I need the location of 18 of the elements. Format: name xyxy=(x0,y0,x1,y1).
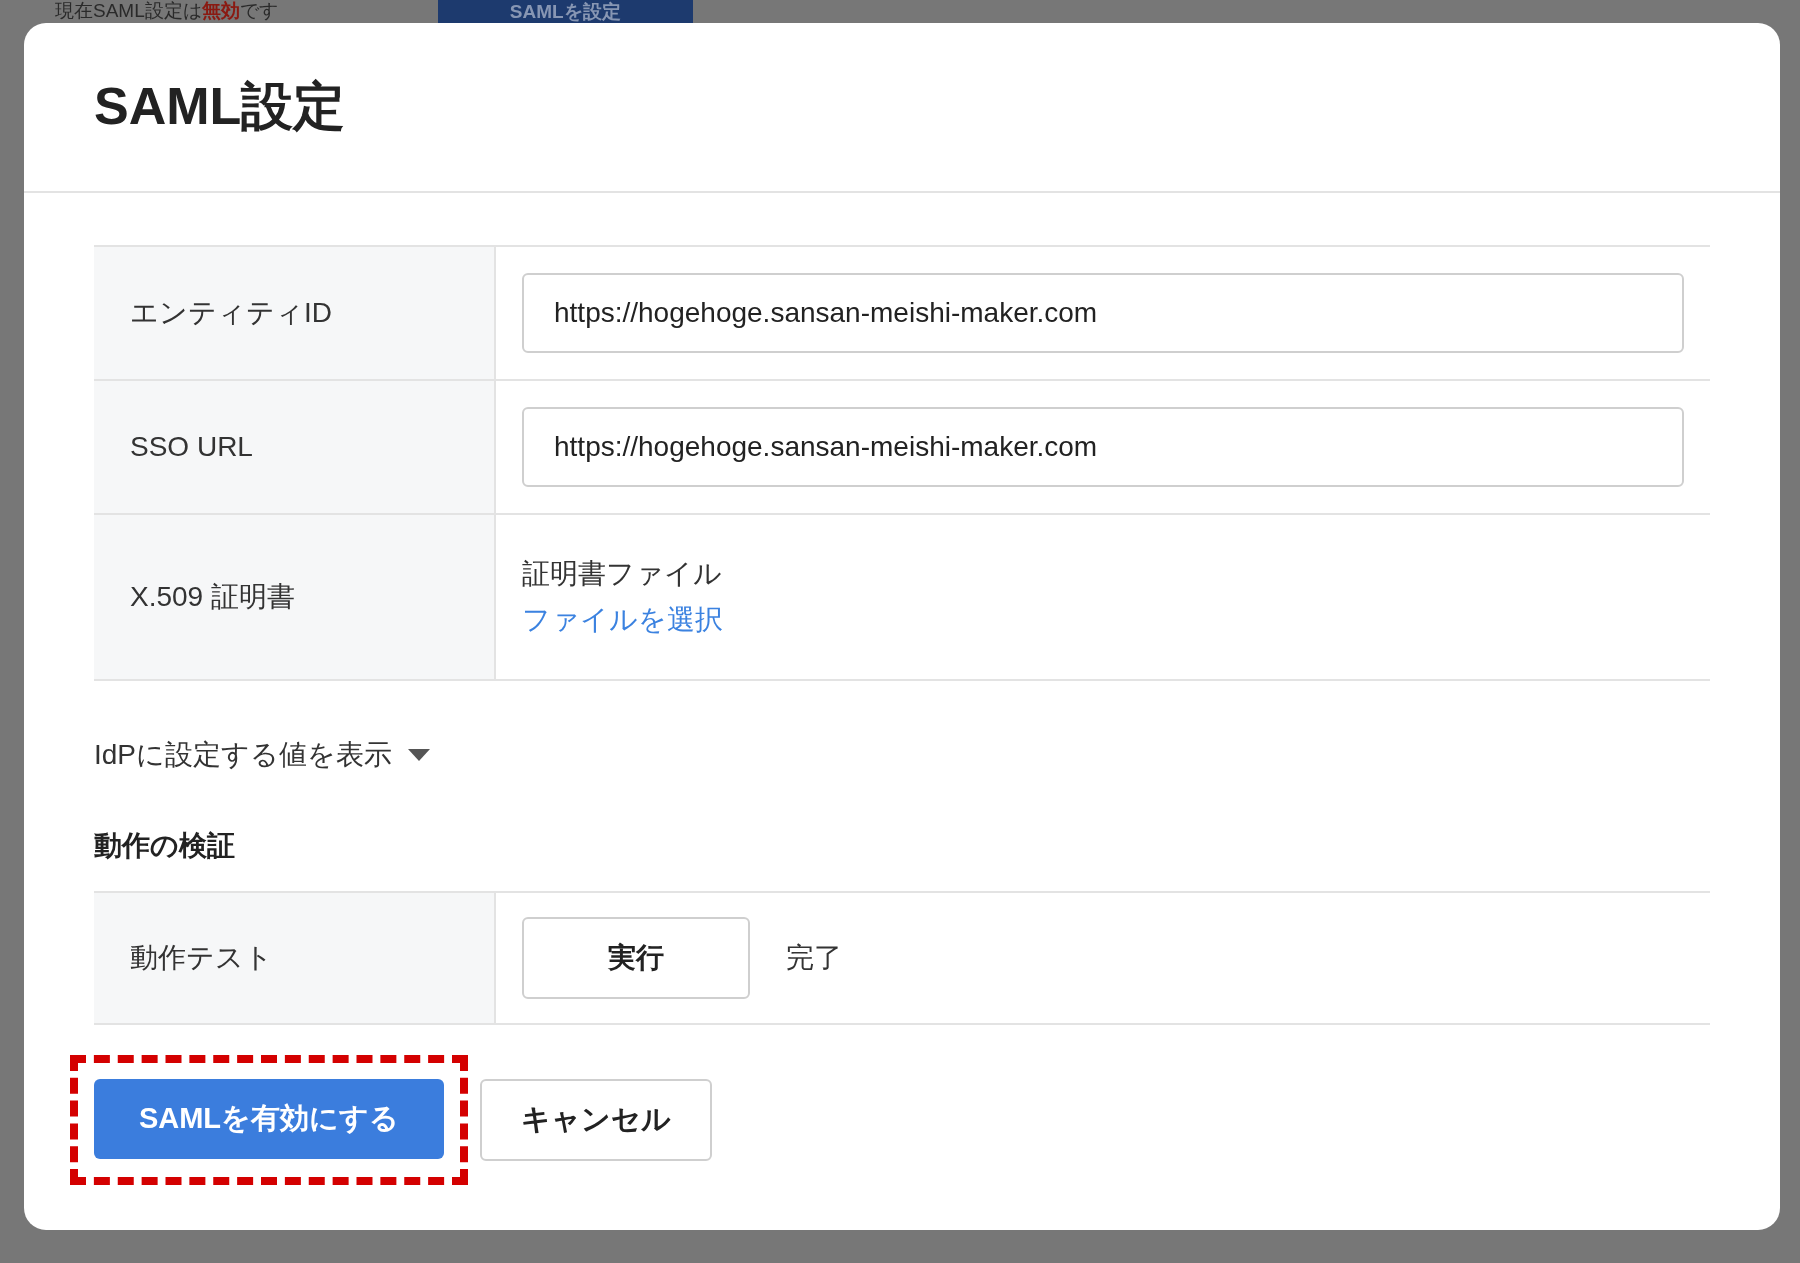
choose-file-link[interactable]: ファイルを選択 xyxy=(522,597,723,643)
file-caption: 証明書ファイル xyxy=(522,557,722,591)
idp-values-toggle[interactable]: IdPに設定する値を表示 xyxy=(94,727,431,783)
run-button[interactable]: 実行 xyxy=(522,917,750,999)
field-label: X.509 証明書 xyxy=(94,515,496,679)
field-label: エンティティID xyxy=(94,247,496,379)
setup-button[interactable]: SAMLを設定 xyxy=(437,0,693,23)
field-label: 動作テスト xyxy=(94,893,496,1023)
dialog-title: SAML設定 xyxy=(94,76,346,137)
text-field[interactable]: https://hogehoge.sansan-meishi-maker.com xyxy=(522,273,1684,353)
section-heading: 動作の検証 xyxy=(94,829,236,863)
caret-icon xyxy=(408,749,431,761)
enable-saml-button[interactable]: SAMLを有効にする xyxy=(94,1079,444,1159)
text-field[interactable]: https://hogehoge.sansan-meishi-maker.com xyxy=(522,407,1684,487)
result-text: 完了 xyxy=(786,941,842,975)
status-text: 現在SAML設定は無効です xyxy=(55,0,278,22)
field-label: SSO URL xyxy=(94,381,496,513)
cancel-button[interactable]: キャンセル xyxy=(480,1079,712,1161)
